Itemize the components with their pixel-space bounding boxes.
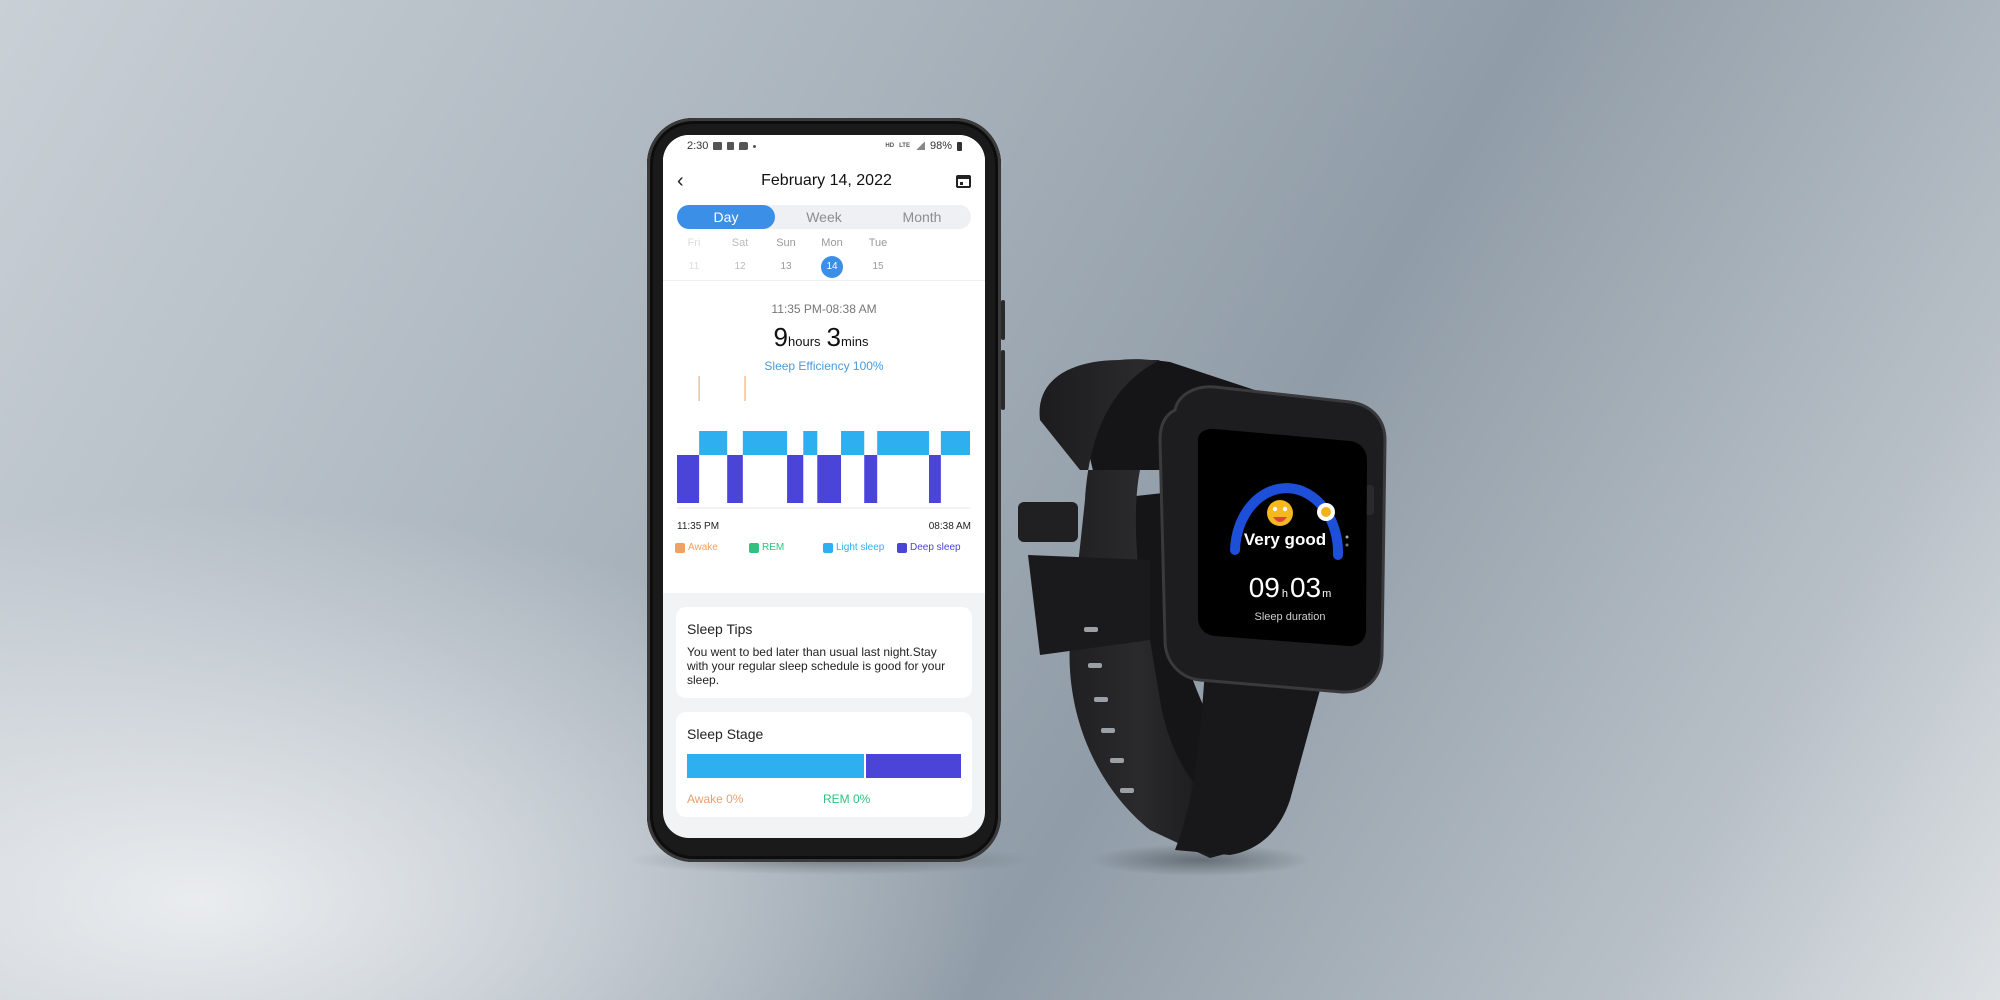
watch-buckle [1018, 502, 1078, 542]
smartwatch: Very good 09 h03m Sleep duration [0, 0, 2000, 1000]
smartwatch-illustration [1018, 359, 1387, 876]
page-indicator-dot [1345, 535, 1349, 539]
emoji-eye [1272, 506, 1278, 512]
watch-rating: Very good [1243, 530, 1327, 549]
emoji-eye [1282, 506, 1288, 512]
watch-mins: 03 [1289, 572, 1322, 603]
happy-emoji-icon [1267, 500, 1293, 526]
watch-mins-unit: m [1322, 588, 1332, 600]
watch-caption: Sleep duration [1254, 611, 1326, 623]
watch-duration: 09 h03m [1245, 572, 1335, 604]
watch-hours: 09 [1248, 572, 1280, 603]
thumbs-up-icon [1321, 507, 1331, 517]
watch-buckle-frame [1028, 555, 1150, 655]
page-indicator-dot [1345, 543, 1349, 547]
watch-hours-unit: h [1281, 588, 1288, 600]
